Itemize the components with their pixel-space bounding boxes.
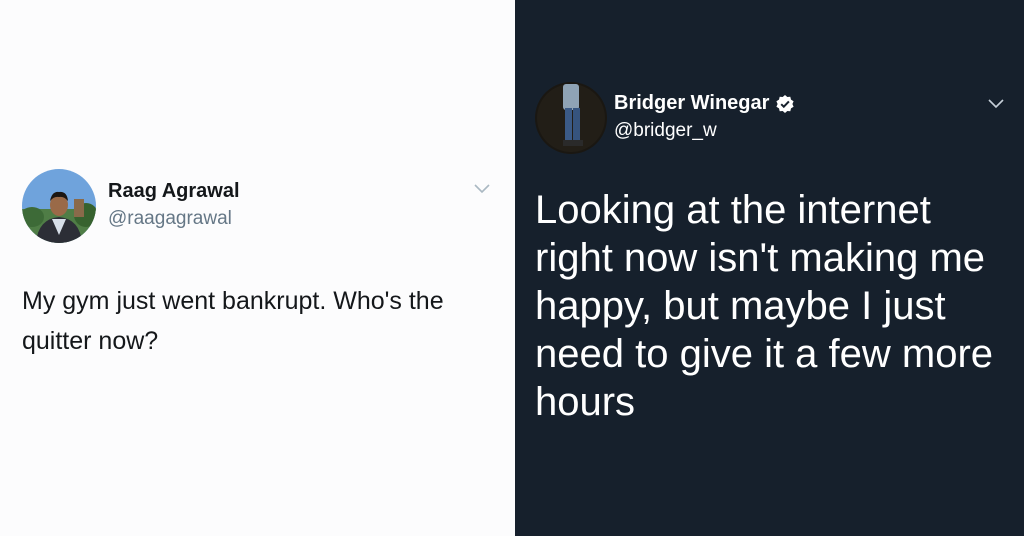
avatar-raag[interactable] [22,169,96,243]
tweet-text: My gym just went bankrupt. Who's the qui… [22,287,444,355]
tweet-card-bridger: Bridger Winegar @bridger_w Looking at th… [515,0,1024,536]
tweet-text: Looking at the internet right now isn't … [535,188,994,424]
display-name-text: Bridger Winegar [614,92,770,114]
display-name[interactable]: Raag Agrawal [108,180,240,203]
verified-badge-icon [775,94,795,114]
tweet-card-raag: Raag Agrawal @raagagrawal My gym just we… [0,0,515,536]
chevron-down-icon[interactable] [987,98,1005,110]
avatar-bridger[interactable] [535,82,607,154]
chevron-down-icon[interactable] [473,183,491,195]
username-handle[interactable]: @bridger_w [614,120,717,142]
username-handle[interactable]: @raagagrawal [108,208,232,230]
display-name[interactable]: Bridger Winegar [614,92,795,115]
